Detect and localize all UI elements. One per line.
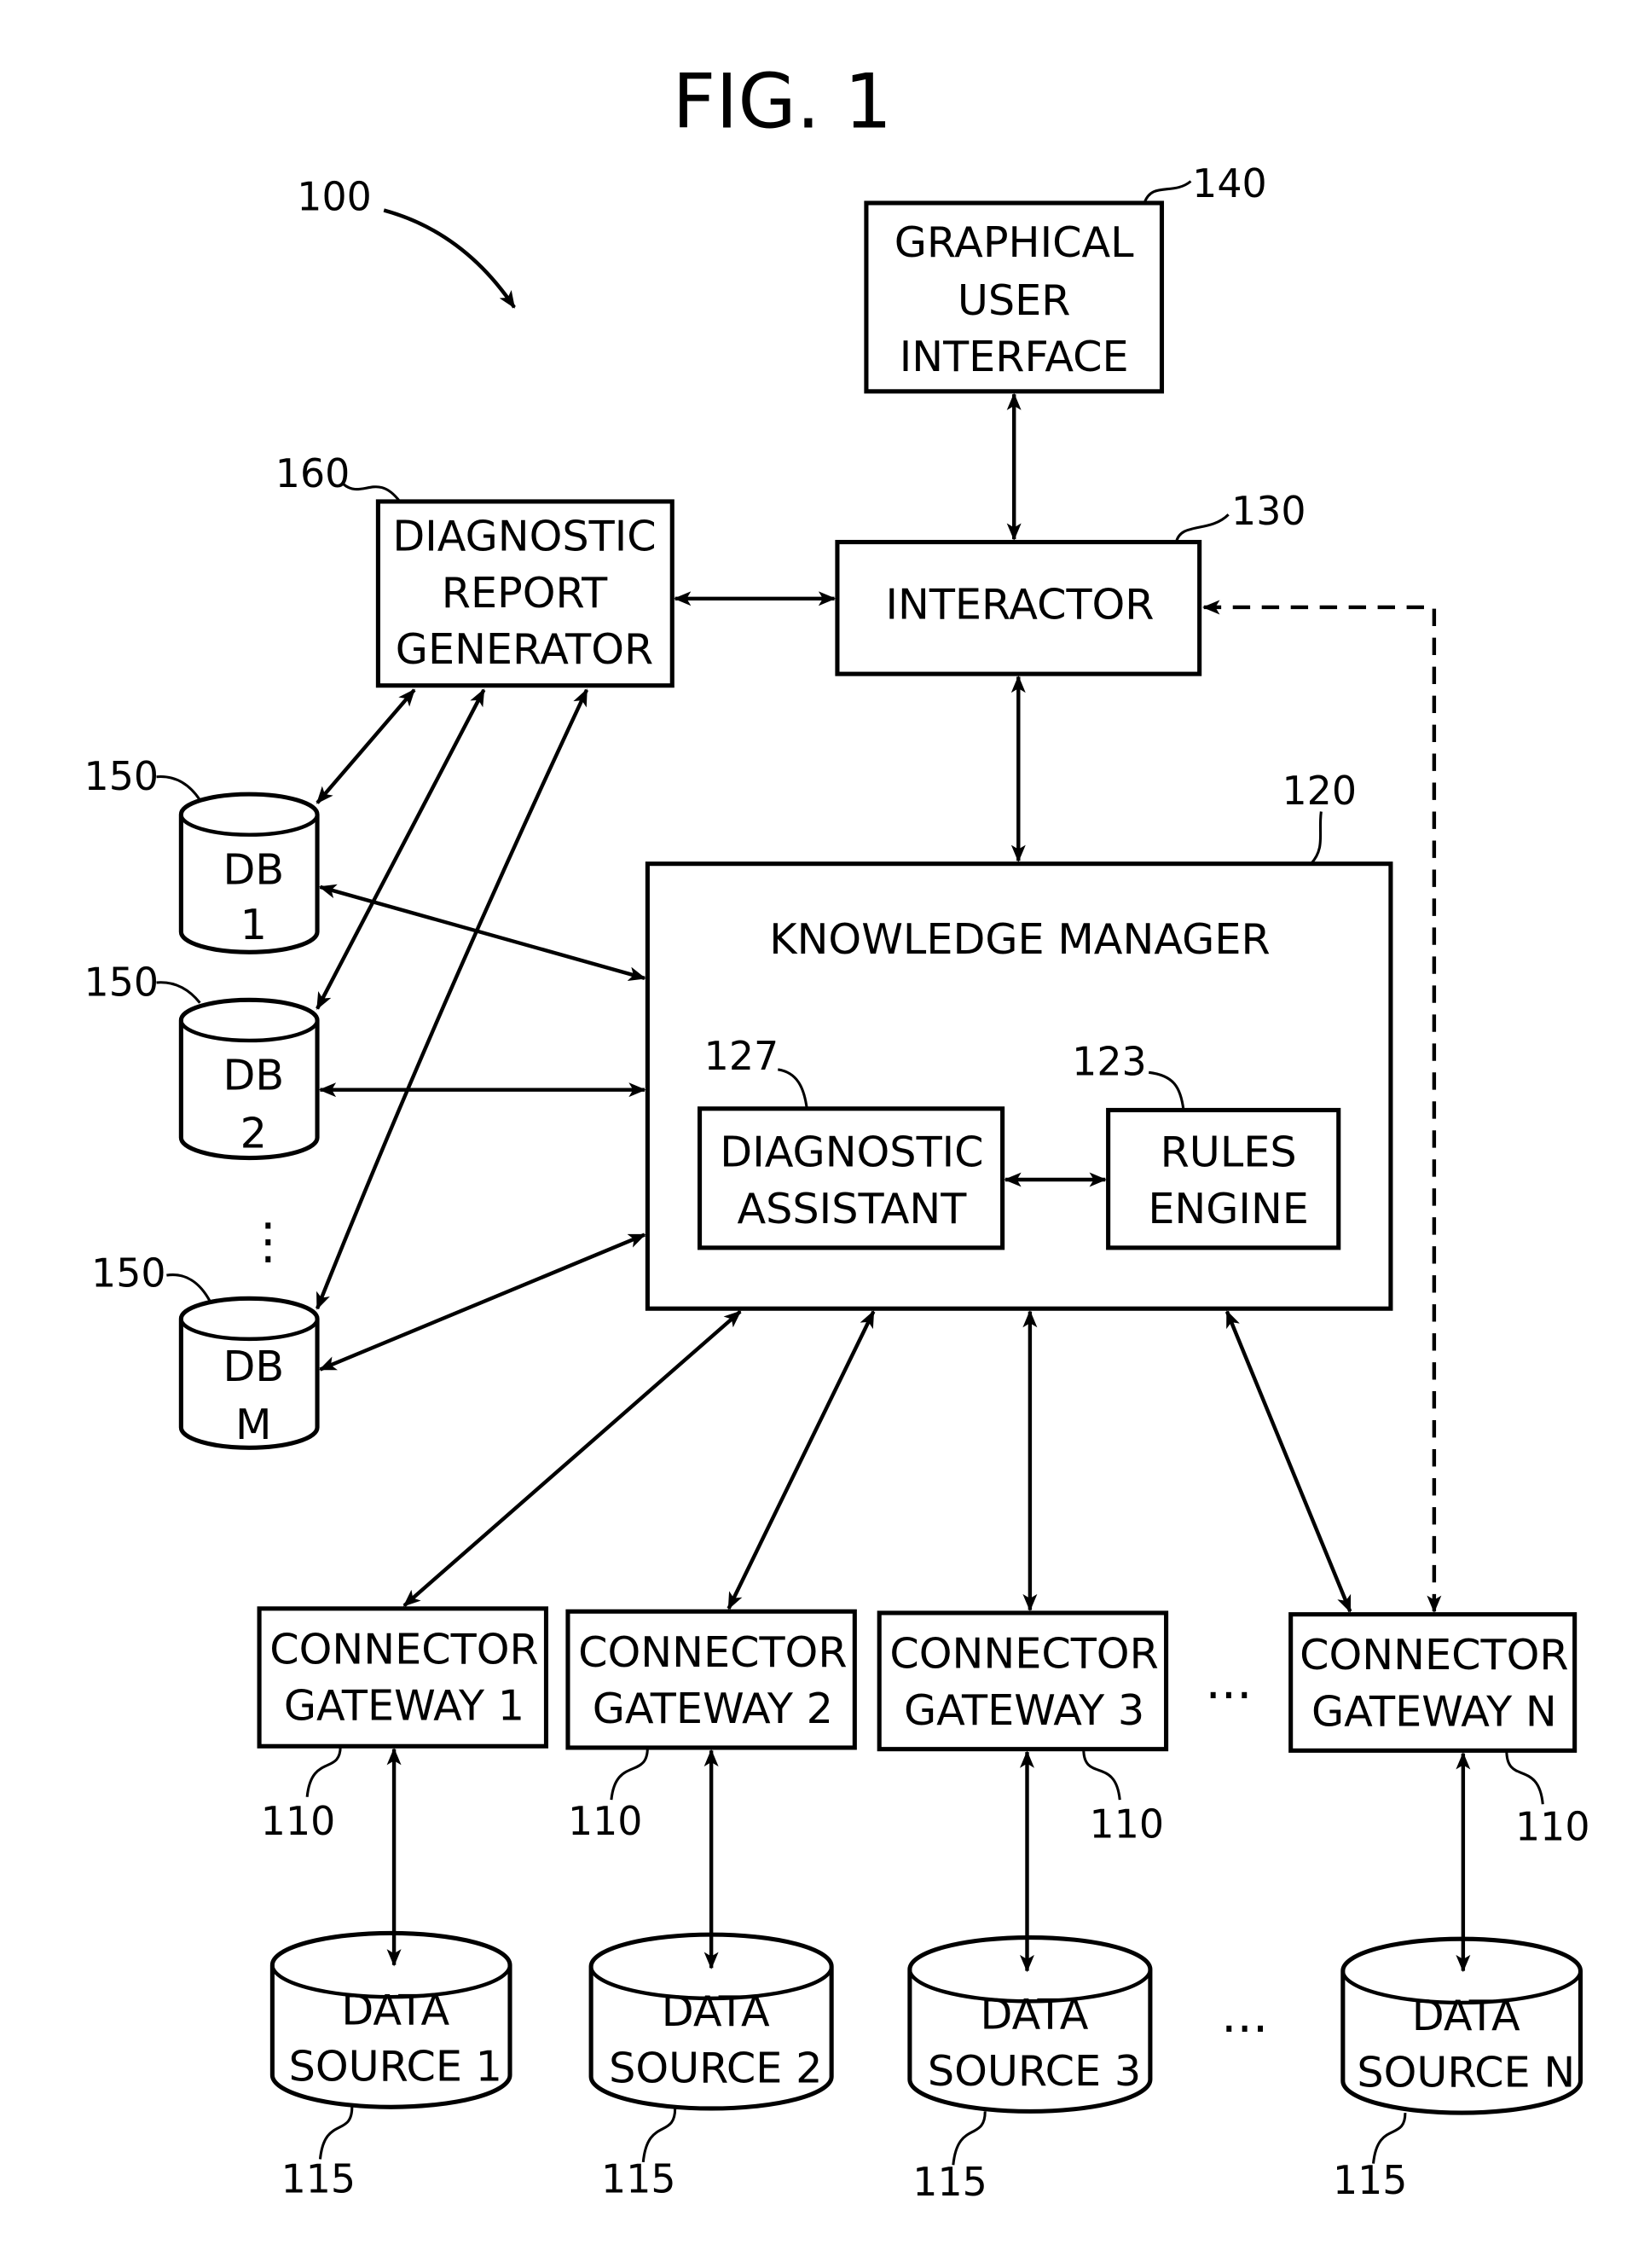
svg-text:KNOWLEDGE MANAGER: KNOWLEDGE MANAGER [769,914,1270,964]
patent-figure: FIG. 1 100 GRAPHICAL USER INTERFACE 140 … [84,58,1590,2205]
rules-engine-ref: 123 [1072,1039,1147,1085]
diagnostic-report-generator-box: DIAGNOSTIC REPORT GENERATOR [375,499,674,688]
data-source-ellipsis: ... [1221,1986,1268,2044]
connector-gateway-2: CONNECTOR GATEWAY 2 [565,1609,857,1750]
km-gateway-n-link [1224,1310,1352,1613]
knowledge-manager-ref: 120 [1282,768,1357,814]
gw3-ref: 110 [1090,1801,1165,1847]
svg-text:RULES: RULES [1161,1128,1297,1177]
svg-text:INTERFACE: INTERFACE [900,332,1129,381]
gateway-ellipsis: ... [1205,1652,1252,1710]
db1-ref-leader [156,775,201,801]
ds3-ref-leader [952,2111,987,2166]
diagnostic-assistant-ref: 127 [704,1033,779,1079]
km-gateway1-link [402,1309,742,1608]
system-ref-arrow [383,208,516,309]
svg-text:DB: DB [223,844,284,894]
dsn-ref-leader [1371,2113,1407,2164]
svg-text:CONNECTOR: CONNECTOR [889,1629,1158,1679]
svg-text:DB: DB [223,1051,284,1100]
svg-text:DIAGNOSTIC: DIAGNOSTIC [392,512,656,561]
svg-text:DIAGNOSTIC: DIAGNOSTIC [720,1128,983,1177]
data-source-1: DATA SOURCE 1 [269,1930,512,2109]
svg-text:USER: USER [958,276,1071,325]
database-1: DB 1 [178,792,320,954]
svg-text:SOURCE 1: SOURCE 1 [289,2042,502,2091]
ds1-ref: 115 [281,2156,356,2202]
svg-text:ENGINE: ENGINE [1148,1184,1309,1233]
db2-ref-leader [156,981,201,1004]
svg-text:GENERATOR: GENERATOR [396,624,653,674]
ds2-ref: 115 [601,2156,676,2202]
dbm-ref: 150 [91,1250,166,1296]
svg-text:1: 1 [240,900,267,949]
report-generator-dbm-link [315,688,589,1310]
interactor-ref: 130 [1231,488,1306,534]
database-m: DB M [178,1296,320,1450]
report-generator-db2-link [316,688,486,1011]
gwn-ref-leader [1505,1750,1544,1805]
svg-text:GATEWAY 3: GATEWAY 3 [904,1685,1144,1735]
svg-text:GRAPHICAL: GRAPHICAL [894,218,1134,267]
dbm-ref-leader [166,1273,211,1302]
report-generator-db1-link [316,688,416,804]
knowledge-manager-ref-leader [1310,811,1323,865]
db2-ref: 150 [84,959,159,1005]
db1-knowledge-manager-link [318,884,646,981]
km-gateway2-link [727,1310,876,1610]
svg-text:SOURCE N: SOURCE N [1357,2047,1575,2097]
gw2-ref: 110 [568,1798,643,1844]
db-ellipsis: ⋮ [243,1212,292,1270]
svg-text:SOURCE 3: SOURCE 3 [928,2046,1141,2096]
svg-text:INTERACTOR: INTERACTOR [885,580,1154,629]
dbm-knowledge-manager-link [318,1233,646,1372]
gw1-ref: 110 [261,1798,336,1844]
svg-text:CONNECTOR: CONNECTOR [1300,1630,1568,1679]
svg-text:GATEWAY 2: GATEWAY 2 [593,1684,833,1733]
gw1-ref-leader [305,1746,342,1797]
ds3-ref: 115 [912,2159,987,2205]
ds1-ref-leader [318,2107,354,2160]
svg-text:2: 2 [240,1109,267,1158]
connector-gateway-3: CONNECTOR GATEWAY 3 [877,1610,1169,1752]
data-source-3: DATA SOURCE 3 [907,1934,1153,2114]
report-generator-ref: 160 [275,450,350,496]
figure-title: FIG. 1 [673,58,893,146]
database-2: DB 2 [178,997,320,1161]
graphical-user-interface-box: GRAPHICAL USER INTERFACE [864,200,1165,394]
ds2-ref-leader [641,2108,677,2162]
diagnostic-assistant-box: DIAGNOSTIC ASSISTANT [698,1106,1005,1250]
interactor-ref-leader [1174,513,1230,542]
svg-text:DATA: DATA [341,1985,449,2034]
connector-gateway-1: CONNECTOR GATEWAY 1 [257,1606,549,1749]
svg-text:DATA: DATA [981,1990,1089,2039]
svg-text:ASSISTANT: ASSISTANT [737,1184,967,1233]
gui-ref: 140 [1192,160,1267,206]
svg-text:CONNECTOR: CONNECTOR [269,1624,538,1673]
dsn-ref: 115 [1333,2157,1408,2203]
interactor-box: INTERACTOR [835,539,1202,676]
gui-ref-leader [1143,180,1192,204]
svg-text:GATEWAY 1: GATEWAY 1 [284,1681,524,1731]
svg-text:DB: DB [223,1342,284,1391]
svg-text:M: M [235,1400,272,1449]
db1-ref: 150 [84,753,159,799]
gw3-ref-leader [1082,1749,1121,1801]
svg-text:CONNECTOR: CONNECTOR [578,1627,847,1677]
gw2-ref-leader [610,1747,649,1801]
report-generator-ref-leader [342,483,402,502]
system-ref-label: 100 [297,173,372,219]
connector-gateway-n: CONNECTOR GATEWAY N [1288,1612,1578,1753]
svg-text:GATEWAY N: GATEWAY N [1311,1686,1557,1736]
svg-text:DATA: DATA [662,1987,770,2036]
svg-text:SOURCE 2: SOURCE 2 [609,2043,822,2092]
svg-text:DATA: DATA [1412,1991,1520,2040]
svg-text:REPORT: REPORT [442,568,608,618]
rules-engine-box: RULES ENGINE [1106,1107,1341,1250]
gwn-ref: 110 [1515,1804,1590,1850]
